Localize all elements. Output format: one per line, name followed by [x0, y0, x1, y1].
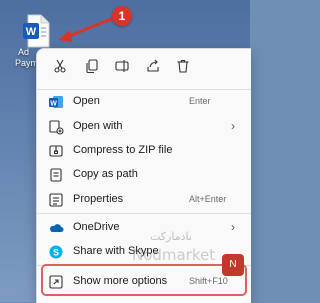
skype-icon: S [48, 244, 64, 260]
properties-icon [48, 192, 64, 208]
more-options-icon [48, 274, 64, 290]
onedrive-cloud-icon [48, 220, 64, 236]
watermark-logo-icon: N [222, 254, 244, 276]
shortcut-label: Alt+Enter [189, 194, 227, 204]
delete-button[interactable] [170, 55, 196, 81]
rename-button[interactable] [109, 55, 135, 81]
svg-text:S: S [53, 248, 59, 258]
menu-item-onedrive[interactable]: OneDrive › [37, 216, 251, 240]
zip-archive-icon [48, 143, 64, 159]
menu-item-label: OneDrive [73, 221, 120, 233]
menu-item-open-with[interactable]: Open with › [37, 115, 251, 139]
menu-item-show-more-options[interactable]: Show more options Shift+F10 [37, 270, 251, 294]
context-menu: W Open Enter Open with › Compress to ZIP… [36, 48, 251, 303]
copy-button[interactable] [79, 55, 105, 81]
chevron-right-icon: › [231, 119, 235, 133]
menu-item-label: Properties [73, 193, 124, 205]
chevron-right-icon: › [231, 220, 235, 234]
word-document-icon[interactable]: W [22, 14, 50, 48]
menu-item-label: Copy as path [73, 168, 138, 180]
menu-item-compress-zip[interactable]: Compress to ZIP file [37, 139, 251, 163]
shortcut-label: Shift+F10 [189, 276, 228, 286]
cut-button[interactable] [47, 55, 73, 81]
menu-item-label: Open [73, 95, 100, 107]
menu-item-open[interactable]: W Open Enter [37, 90, 251, 114]
rename-icon [115, 59, 129, 78]
watermark-text-english: Nodmarket [132, 246, 216, 264]
copy-path-icon [48, 167, 64, 183]
menu-item-label: Open with [73, 120, 123, 132]
watermark-text-persian: نادمارکت [150, 230, 192, 243]
copy-icon [85, 58, 99, 78]
menu-item-label: Show more options [73, 275, 168, 287]
menu-divider [37, 213, 251, 214]
menu-item-properties[interactable]: Properties Alt+Enter [37, 188, 251, 212]
menu-item-label: Compress to ZIP file [73, 144, 173, 156]
open-with-icon [48, 119, 64, 135]
shortcut-label: Enter [189, 96, 211, 106]
quick-actions-bar [37, 55, 251, 81]
share-icon [146, 59, 160, 78]
delete-icon [176, 59, 190, 78]
menu-item-copy-as-path[interactable]: Copy as path [37, 163, 251, 187]
word-icon: W [48, 94, 64, 110]
share-button[interactable] [140, 55, 166, 81]
svg-text:W: W [50, 101, 57, 108]
step-badge: 1 [112, 6, 132, 26]
cut-icon [53, 59, 67, 78]
svg-text:W: W [26, 26, 37, 38]
